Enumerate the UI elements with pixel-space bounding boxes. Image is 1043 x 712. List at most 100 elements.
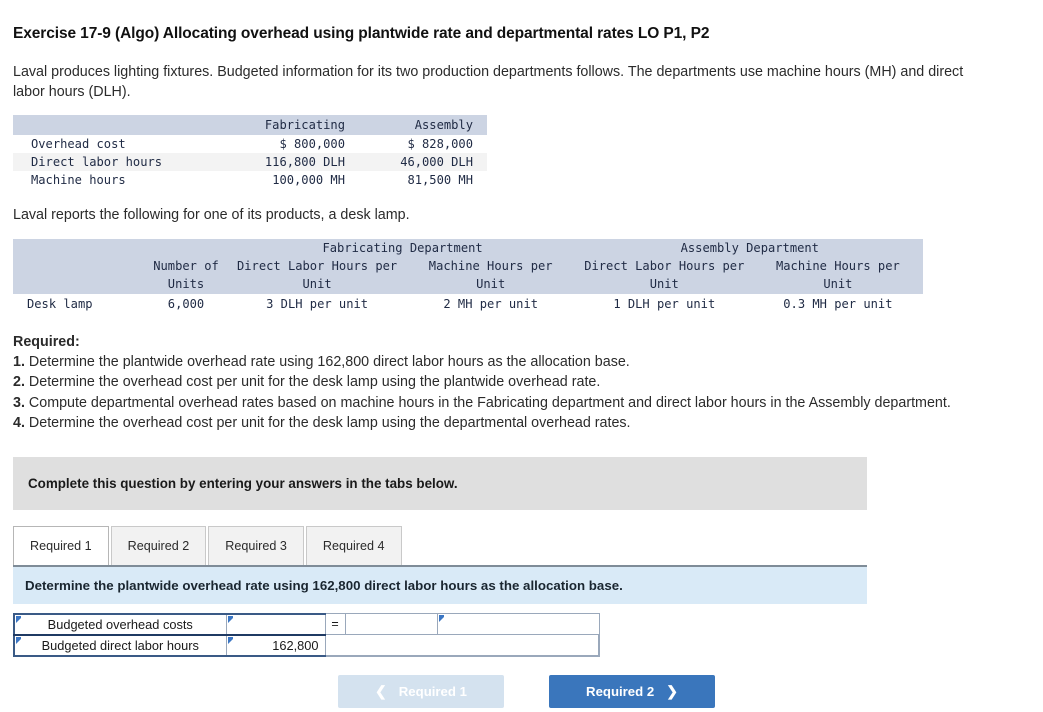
question-bar: Determine the plantwide overhead rate us… (13, 564, 867, 604)
requirement-item-4: 4. Determine the overhead cost per unit … (13, 413, 988, 433)
label-budgeted-overhead-costs: Budgeted overhead costs (13, 612, 227, 636)
product-row-label: Desk lamp (27, 296, 93, 311)
requirement-item-3: 3. Compute departmental overhead rates b… (13, 393, 988, 413)
product-row-units: 6,000 (167, 296, 205, 311)
answer-row-overhead-costs: Budgeted overhead costs = (13, 612, 600, 636)
intro-paragraph: Laval produces lighting fixtures. Budget… (13, 64, 964, 101)
requirements-block: Required: 1. Determine the plantwide ove… (0, 314, 1043, 433)
answer-row-blank-cell (324, 634, 600, 657)
overhead-table-body: Overhead cost $ 800,000 $ 828,000 Direct… (13, 135, 487, 189)
table-row: Machine hours 100,000 MH 81,500 MH (13, 171, 487, 189)
tab-required-4[interactable]: Required 4 (305, 526, 402, 565)
chevron-left-icon: ❮ (375, 683, 387, 700)
table-row: Desk lamp 6,000 3 DLH per unit 2 MH per … (13, 294, 923, 314)
overhead-header-assembly: Assembly (359, 114, 487, 135)
dlh-row-assembly: 46,000 DLH (359, 152, 487, 171)
requirement-number-3: 3. (13, 394, 25, 411)
product-row-asm-mh: 0.3 MH per unit (783, 296, 893, 311)
product-row-fab-mh: 2 MH per unit (443, 296, 539, 311)
overhead-header-fabricating: Fabricating (231, 114, 359, 135)
answer-grid: Budgeted overhead costs = Budgeted direc… (13, 612, 600, 657)
input-plantwide-rate-right[interactable] (436, 613, 600, 636)
overhead-table-head: Fabricating Assembly (13, 114, 487, 135)
sub-header-row-1: Number of Direct Labor Hours per Machine… (13, 257, 924, 276)
sub-header-row-2: Units Unit Unit Unit Unit (13, 275, 924, 294)
sub-header-blank-2 (13, 275, 143, 294)
cell-corner-marker-icon (438, 615, 444, 623)
product-row-fab-dlh: 3 DLH per unit (266, 296, 369, 311)
input-budgeted-direct-labor-hours[interactable]: 162,800 (225, 634, 326, 657)
cell-corner-marker-icon (16, 615, 21, 623)
overhead-row-assembly: $ 828,000 (407, 136, 473, 151)
mh-row-label: Machine hours (31, 172, 126, 187)
sub-header-fab-mh-1: Machine Hours per (405, 257, 577, 276)
sub-header-blank-1 (13, 257, 143, 276)
input-budgeted-direct-labor-hours-value: 162,800 (272, 637, 319, 653)
sub-header-fab-dlh-1: Direct Labor Hours per (229, 257, 406, 276)
instruction-banner-text: Complete this question by entering your … (28, 476, 458, 492)
requirement-text-4: Determine the overhead cost per unit for… (28, 414, 631, 431)
equals-sign: = (324, 613, 346, 636)
previous-required-label: Required 1 (398, 683, 467, 699)
requirement-item-2: 2. Determine the overhead cost per unit … (13, 372, 988, 392)
exercise-page: Exercise 17-9 (Algo) Allocating overhead… (0, 0, 1043, 708)
product-intro-paragraph: Laval reports the following for one of i… (13, 206, 410, 223)
requirement-text-2: Determine the overhead cost per unit for… (28, 374, 601, 391)
tab-strip: Required 1 Required 2 Required 3 Require… (13, 526, 867, 565)
requirement-number-2: 2. (13, 374, 25, 391)
previous-required-button[interactable]: ❮ Required 1 (338, 674, 504, 708)
group-header-blank2 (143, 238, 229, 258)
mh-row-fabricating: 100,000 MH (272, 172, 345, 187)
chevron-right-icon: ❯ (666, 683, 678, 700)
label-budgeted-direct-labor-hours: Budgeted direct labor hours (13, 634, 227, 657)
tab-required-2[interactable]: Required 2 (110, 526, 207, 565)
answer-area: Budgeted overhead costs = Budgeted direc… (13, 612, 1043, 657)
cell-corner-marker-icon (16, 636, 21, 644)
sub-header-asm-mh-1: Machine Hours per (752, 257, 924, 276)
requirement-number-4: 4. (13, 414, 25, 431)
sub-header-fab-mh-2: Unit (405, 275, 577, 294)
sub-header-fab-dlh-2: Unit (229, 275, 406, 294)
dlh-row-label: Direct labor hours (13, 152, 231, 171)
input-plantwide-rate-left[interactable] (344, 613, 438, 636)
requirement-text-3: Compute departmental overhead rates base… (28, 394, 951, 411)
product-table-body: Desk lamp 6,000 3 DLH per unit 2 MH per … (13, 294, 923, 314)
overhead-header-blank (13, 114, 231, 135)
label-budgeted-overhead-costs-text: Budgeted overhead costs (47, 616, 193, 632)
group-header-blank (13, 238, 143, 258)
tab-required-3[interactable]: Required 3 (208, 526, 304, 565)
sub-header-units: Units (143, 275, 229, 294)
requirement-item-1: 1. Determine the plantwide overhead rate… (13, 352, 988, 372)
table-header-row: Fabricating Assembly (13, 114, 487, 135)
answer-row-direct-labor-hours: Budgeted direct labor hours 162,800 (13, 634, 600, 657)
product-table-head: Fabricating Department Assembly Departme… (13, 238, 924, 294)
sub-header-number-of: Number of (143, 257, 229, 276)
overhead-row-label: Overhead cost (31, 136, 126, 151)
group-header-row: Fabricating Department Assembly Departme… (13, 238, 924, 258)
mh-row-assembly: 81,500 MH (407, 172, 473, 187)
overhead-row-fabricating: $ 800,000 (279, 136, 345, 151)
instruction-banner: Complete this question by entering your … (13, 457, 867, 511)
page-title: Exercise 17-9 (Algo) Allocating overhead… (13, 25, 710, 42)
answer-grid-body: Budgeted overhead costs = Budgeted direc… (13, 612, 600, 657)
next-required-button[interactable]: Required 2 ❯ (549, 674, 715, 708)
cell-corner-marker-icon (227, 615, 233, 623)
table-row: Overhead cost $ 800,000 $ 828,000 (13, 135, 487, 153)
product-row-asm-dlh: 1 DLH per unit (613, 296, 716, 311)
input-budgeted-overhead-costs[interactable] (225, 612, 326, 636)
question-bar-text: Determine the plantwide overhead rate us… (25, 577, 623, 593)
tab-required-1[interactable]: Required 1 (13, 526, 109, 565)
sub-header-asm-dlh-1: Direct Labor Hours per (576, 257, 753, 276)
requirements-heading: Required: (13, 333, 80, 350)
dlh-row-fabricating: 116,800 DLH (231, 152, 359, 171)
group-header-assembly-department: Assembly Department (576, 238, 924, 258)
label-budgeted-direct-labor-hours-text: Budgeted direct labor hours (41, 637, 199, 653)
table-row: Direct labor hours 116,800 DLH 46,000 DL… (13, 152, 487, 171)
cell-corner-marker-icon (227, 636, 233, 644)
navigation-row: ❮ Required 1 Required 2 ❯ (0, 674, 1043, 708)
sub-header-asm-mh-2: Unit (752, 275, 924, 294)
requirement-text-1: Determine the plantwide overhead rate us… (28, 353, 630, 370)
overhead-cost-table: Fabricating Assembly Overhead cost $ 800… (13, 114, 487, 189)
group-header-fabricating-department: Fabricating Department (229, 238, 577, 258)
next-required-label: Required 2 (586, 683, 655, 699)
